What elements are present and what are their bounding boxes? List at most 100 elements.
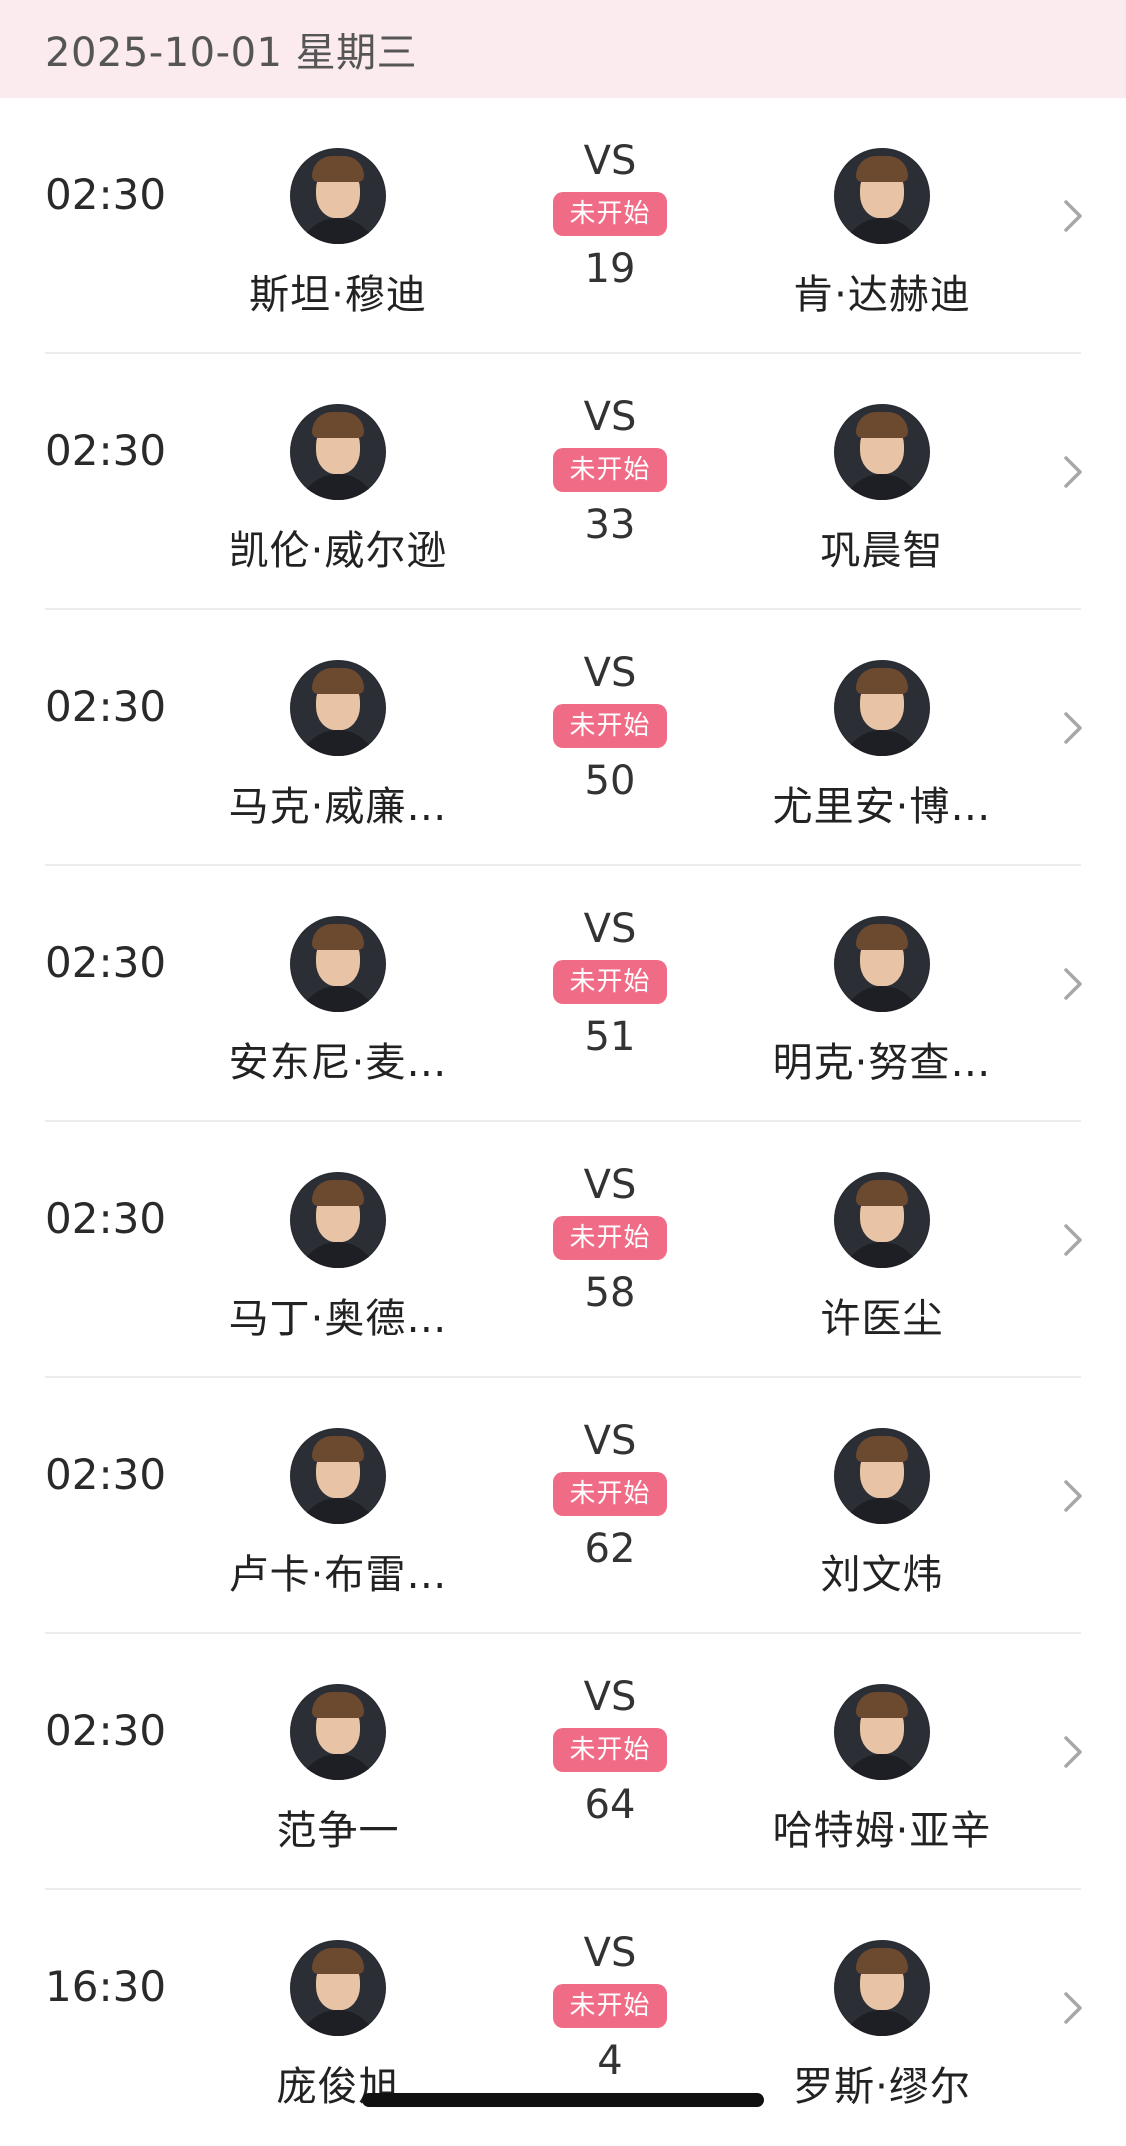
- match-row[interactable]: 02:30 马克·威廉… VS 未开始 50 尤里安·博…: [0, 610, 1126, 866]
- match-time: 02:30: [45, 1706, 167, 1755]
- left-player-name: 凯伦·威尔逊: [228, 528, 448, 574]
- match-row[interactable]: 02:30 范争一 VS 未开始 64 哈特姆·亚辛: [0, 1634, 1126, 1890]
- right-player[interactable]: 哈特姆·亚辛: [732, 1684, 1032, 1856]
- player-avatar-icon: [834, 1172, 930, 1268]
- match-list: 02:30 斯坦·穆迪 VS 未开始 19 肯·达赫迪 02:30 凯伦·威尔逊…: [0, 98, 1126, 2146]
- chevron-right-icon[interactable]: [1058, 196, 1088, 236]
- vs-label: VS: [583, 1162, 637, 1208]
- match-number: 51: [584, 1014, 636, 1060]
- vs-label: VS: [583, 650, 637, 696]
- match-row[interactable]: 02:30 马丁·奥德… VS 未开始 58 许医尘: [0, 1122, 1126, 1378]
- match-center: VS 未开始 58: [535, 1162, 685, 1316]
- right-player[interactable]: 肯·达赫迪: [732, 148, 1032, 320]
- match-row[interactable]: 02:30 凯伦·威尔逊 VS 未开始 33 巩晨智: [0, 354, 1126, 610]
- match-center: VS 未开始 51: [535, 906, 685, 1060]
- home-indicator: [362, 2093, 764, 2107]
- player-avatar-icon: [834, 1940, 930, 2036]
- left-player[interactable]: 马丁·奥德…: [188, 1172, 488, 1344]
- left-player[interactable]: 庞俊旭: [188, 1940, 488, 2112]
- right-player-name: 巩晨智: [820, 528, 944, 574]
- player-avatar-icon: [834, 148, 930, 244]
- player-avatar-icon: [834, 916, 930, 1012]
- right-player-name: 明克·努查…: [772, 1040, 992, 1086]
- status-badge: 未开始: [553, 1216, 667, 1260]
- left-player[interactable]: 范争一: [188, 1684, 488, 1856]
- right-player-name: 许医尘: [820, 1296, 944, 1342]
- left-player-name: 马克·威廉…: [228, 784, 448, 830]
- player-avatar-icon: [290, 660, 386, 756]
- right-player[interactable]: 明克·努查…: [732, 916, 1032, 1088]
- match-center: VS 未开始 19: [535, 138, 685, 292]
- right-player[interactable]: 尤里安·博…: [732, 660, 1032, 832]
- player-avatar-icon: [290, 1940, 386, 2036]
- status-badge: 未开始: [553, 1728, 667, 1772]
- chevron-right-icon[interactable]: [1058, 1988, 1088, 2028]
- chevron-right-icon[interactable]: [1058, 1220, 1088, 1260]
- chevron-right-icon[interactable]: [1058, 452, 1088, 492]
- match-center: VS 未开始 33: [535, 394, 685, 548]
- status-badge: 未开始: [553, 960, 667, 1004]
- vs-label: VS: [583, 138, 637, 184]
- chevron-right-icon[interactable]: [1058, 1732, 1088, 1772]
- left-player[interactable]: 凯伦·威尔逊: [188, 404, 488, 576]
- match-time: 16:30: [45, 1962, 167, 2011]
- chevron-right-icon[interactable]: [1058, 1476, 1088, 1516]
- match-center: VS 未开始 62: [535, 1418, 685, 1572]
- match-number: 62: [584, 1526, 636, 1572]
- right-player[interactable]: 刘文炜: [732, 1428, 1032, 1600]
- match-time: 02:30: [45, 1194, 167, 1243]
- vs-label: VS: [583, 1674, 637, 1720]
- right-player[interactable]: 罗斯·缪尔: [732, 1940, 1032, 2112]
- match-time: 02:30: [45, 682, 167, 731]
- match-number: 50: [584, 758, 636, 804]
- match-number: 4: [597, 2038, 623, 2084]
- left-player-name: 范争一: [276, 1808, 400, 1854]
- match-time: 02:30: [45, 938, 167, 987]
- chevron-right-icon[interactable]: [1058, 964, 1088, 1004]
- right-player[interactable]: 许医尘: [732, 1172, 1032, 1344]
- left-player[interactable]: 斯坦·穆迪: [188, 148, 488, 320]
- player-avatar-icon: [834, 1428, 930, 1524]
- left-player[interactable]: 卢卡·布雷…: [188, 1428, 488, 1600]
- match-time: 02:30: [45, 170, 167, 219]
- left-player-name: 马丁·奥德…: [228, 1296, 448, 1342]
- vs-label: VS: [583, 394, 637, 440]
- left-player-name: 卢卡·布雷…: [228, 1552, 448, 1598]
- right-player-name: 肯·达赫迪: [793, 272, 971, 318]
- player-avatar-icon: [290, 148, 386, 244]
- status-badge: 未开始: [553, 1984, 667, 2028]
- match-number: 58: [584, 1270, 636, 1316]
- player-avatar-icon: [834, 660, 930, 756]
- match-center: VS 未开始 64: [535, 1674, 685, 1828]
- player-avatar-icon: [290, 1172, 386, 1268]
- left-player[interactable]: 马克·威廉…: [188, 660, 488, 832]
- date-label: 2025-10-01 星期三: [45, 30, 418, 76]
- player-avatar-icon: [290, 1684, 386, 1780]
- match-number: 33: [584, 502, 636, 548]
- match-row[interactable]: 02:30 斯坦·穆迪 VS 未开始 19 肯·达赫迪: [0, 98, 1126, 354]
- vs-label: VS: [583, 906, 637, 952]
- left-player[interactable]: 安东尼·麦…: [188, 916, 488, 1088]
- right-player-name: 尤里安·博…: [772, 784, 992, 830]
- right-player[interactable]: 巩晨智: [732, 404, 1032, 576]
- right-player-name: 罗斯·缪尔: [793, 2064, 971, 2110]
- match-number: 64: [584, 1782, 636, 1828]
- chevron-right-icon[interactable]: [1058, 708, 1088, 748]
- match-number: 19: [584, 246, 636, 292]
- vs-label: VS: [583, 1418, 637, 1464]
- match-row[interactable]: 02:30 安东尼·麦… VS 未开始 51 明克·努查…: [0, 866, 1126, 1122]
- player-avatar-icon: [290, 404, 386, 500]
- player-avatar-icon: [834, 1684, 930, 1780]
- status-badge: 未开始: [553, 704, 667, 748]
- match-center: VS 未开始 50: [535, 650, 685, 804]
- match-row[interactable]: 16:30 庞俊旭 VS 未开始 4 罗斯·缪尔: [0, 1890, 1126, 2146]
- match-row[interactable]: 02:30 卢卡·布雷… VS 未开始 62 刘文炜: [0, 1378, 1126, 1634]
- match-time: 02:30: [45, 426, 167, 475]
- vs-label: VS: [583, 1930, 637, 1976]
- player-avatar-icon: [290, 1428, 386, 1524]
- match-time: 02:30: [45, 1450, 167, 1499]
- match-center: VS 未开始 4: [535, 1930, 685, 2084]
- player-avatar-icon: [834, 404, 930, 500]
- right-player-name: 哈特姆·亚辛: [772, 1808, 992, 1854]
- status-badge: 未开始: [553, 448, 667, 492]
